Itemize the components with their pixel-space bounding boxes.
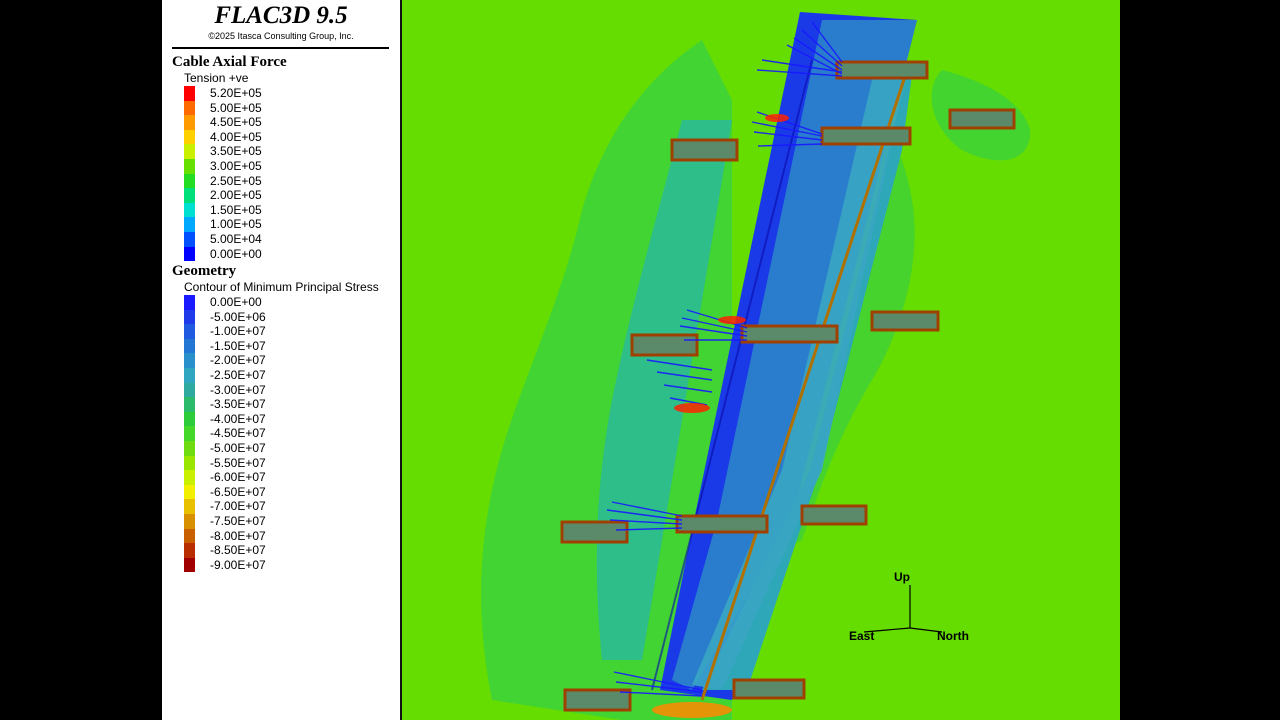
- geometry-legend-label: -6.50E+07: [210, 484, 266, 499]
- geometry-legend-title: Geometry: [172, 263, 237, 279]
- drift-2: [948, 108, 1016, 130]
- geometry-legend-label: -2.00E+07: [210, 353, 266, 368]
- geometry-legend-swatch: [184, 324, 195, 339]
- drift-4: [820, 126, 912, 146]
- drift-9: [675, 514, 769, 534]
- drift-5: [630, 333, 699, 357]
- cable-legend-swatch: [184, 231, 195, 247]
- cable-legend-label: 5.20E+05: [210, 86, 262, 100]
- copyright-text: ©2025 Itasca Consulting Group, Inc.: [208, 31, 354, 41]
- axis-east-label: East: [849, 629, 874, 643]
- geometry-legend-swatch: [184, 309, 195, 325]
- cable-legend-label: 4.50E+05: [210, 115, 262, 130]
- geometry-legend-swatch: [184, 411, 195, 427]
- cable-legend-swatch: [184, 86, 195, 101]
- geometry-legend-swatch: [184, 513, 195, 529]
- geometry-legend-swatch: [184, 499, 195, 514]
- cable-legend-label: 5.00E+04: [210, 231, 262, 246]
- geometry-legend-swatch: [184, 295, 195, 310]
- cable-legend-subtitle: Tension +ve: [184, 71, 249, 85]
- cable-legend-swatch: [184, 173, 195, 189]
- geometry-legend-swatch: [184, 484, 195, 500]
- cable-legend-title: Cable Axial Force: [172, 54, 287, 70]
- geometry-legend-label: 0.00E+00: [210, 295, 262, 309]
- geometry-legend-swatch: [184, 528, 195, 544]
- geometry-legend-swatch: [184, 382, 195, 398]
- cable-legend-label: 4.00E+05: [210, 129, 262, 144]
- cable-legend-label: 5.00E+05: [210, 100, 262, 115]
- geometry-legend-swatch: [184, 338, 195, 354]
- geometry-legend-label: -1.00E+07: [210, 324, 266, 339]
- model-render: Up East North: [481, 12, 1031, 720]
- geometry-legend-swatch: [184, 455, 195, 471]
- axis-up-label: Up: [894, 570, 910, 584]
- geometry-legend-swatch: [184, 557, 195, 573]
- drift-3: [670, 138, 739, 162]
- cable-legend-swatch: [184, 158, 195, 174]
- geometry-legend-swatch: [184, 367, 195, 383]
- geometry-legend-swatch: [184, 470, 195, 485]
- geometry-legend-label: -3.50E+07: [210, 397, 266, 412]
- cable-legend-swatch: [184, 202, 195, 218]
- geometry-legend-label: -7.00E+07: [210, 499, 266, 514]
- geometry-legend-label: -8.50E+07: [210, 543, 266, 558]
- drift-7: [870, 310, 940, 332]
- drift-1: [835, 60, 929, 80]
- geometry-legend-label: -9.00E+07: [210, 557, 266, 572]
- geometry-legend-label: -3.00E+07: [210, 382, 266, 397]
- geometry-legend-label: -4.50E+07: [210, 426, 266, 441]
- cable-legend-label: 2.00E+05: [210, 188, 262, 203]
- cable-legend-label: 3.50E+05: [210, 144, 262, 159]
- geometry-legend-label: -5.50E+07: [210, 455, 266, 470]
- geometry-legend-label: -7.50E+07: [210, 513, 266, 528]
- cable-legend-swatch: [184, 144, 195, 159]
- geometry-legend-swatch: [184, 440, 195, 456]
- geometry-legend-subtitle: Contour of Minimum Principal Stress: [184, 280, 379, 294]
- cable-legend-swatch: [184, 115, 195, 130]
- model-viewport[interactable]: Up East North: [400, 0, 1120, 720]
- axis-north-label: North: [937, 629, 969, 643]
- cable-legend-swatch: [184, 188, 195, 203]
- drift-6: [740, 324, 839, 344]
- cable-legend-label: 1.00E+05: [210, 217, 262, 232]
- geometry-legend-swatch: [184, 353, 195, 368]
- cable-legend-swatch: [184, 129, 195, 145]
- cable-legend-swatch: [184, 246, 195, 262]
- title-divider: [172, 47, 389, 49]
- geometry-legend-label: -8.00E+07: [210, 528, 266, 543]
- app-title: FLAC3D 9.5: [214, 2, 348, 29]
- cable-legend-label: 3.00E+05: [210, 158, 262, 173]
- cable-legend-label: 2.50E+05: [210, 173, 262, 188]
- geometry-legend-label: -1.50E+07: [210, 338, 266, 353]
- geometry-legend-label: -6.00E+07: [210, 470, 266, 485]
- cable-legend-label: 1.50E+05: [210, 202, 262, 217]
- drift-8: [560, 520, 629, 544]
- cable-legend-swatch: [184, 100, 195, 116]
- geometry-legend-label: -5.00E+07: [210, 440, 266, 455]
- drift-11: [563, 688, 632, 712]
- axis-triad: Up East North: [849, 570, 969, 643]
- drift-10: [800, 504, 868, 526]
- geometry-legend-swatch: [184, 543, 195, 558]
- geometry-legend-label: -2.50E+07: [210, 367, 266, 382]
- geometry-legend-label: -4.00E+07: [210, 411, 266, 426]
- geometry-legend-label: -5.00E+06: [210, 309, 266, 324]
- cable-legend-label: 0.00E+00: [210, 246, 262, 261]
- geometry-legend-swatch: [184, 397, 195, 412]
- legend-panel: FLAC3D 9.5 ©2025 Itasca Consulting Group…: [162, 0, 400, 720]
- cable-legend-swatch: [184, 217, 195, 232]
- geometry-legend-swatch: [184, 426, 195, 441]
- drift-12: [732, 678, 806, 700]
